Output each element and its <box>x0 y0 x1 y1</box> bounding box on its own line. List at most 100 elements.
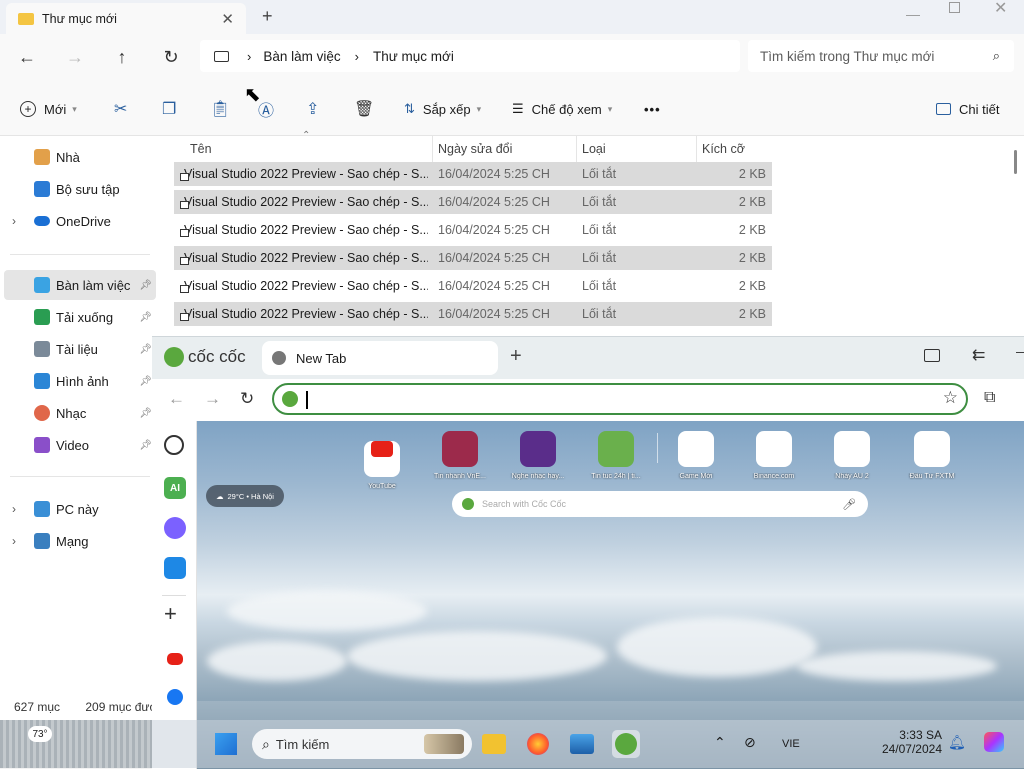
share-icon[interactable]: ⇪ <box>306 98 319 120</box>
view-button[interactable]: ☰ Chế độ xem ▾ <box>512 98 612 120</box>
history-icon[interactable] <box>164 435 184 455</box>
sidebar-item-network[interactable]: › Mạng <box>4 526 156 556</box>
close-tab-icon[interactable]: ✕ <box>221 10 234 28</box>
sidebar-item-onedrive[interactable]: › OneDrive <box>4 206 156 236</box>
tab-new-tab[interactable]: New Tab <box>262 341 498 375</box>
minimize-icon[interactable]: — <box>906 6 920 22</box>
back-icon[interactable]: ← <box>12 42 42 72</box>
no-network-icon[interactable]: ⊘ <box>744 734 756 751</box>
pin-icon[interactable]: 📌︎ <box>139 312 152 323</box>
tab-thu-muc-moi[interactable]: Thư mục mới ✕ <box>6 3 246 34</box>
chevron-right-icon[interactable]: › <box>12 534 16 548</box>
forward-icon[interactable]: → <box>204 389 221 409</box>
file-row[interactable]: Visual Studio 2022 Preview - Sao chép - … <box>174 246 772 270</box>
new-tab-icon[interactable]: + <box>262 6 273 27</box>
paste-icon[interactable]: 📋︎ <box>210 98 230 120</box>
sidebar-item-this-pc[interactable]: › PC này <box>4 494 156 524</box>
file-explorer-taskbar-icon[interactable] <box>480 730 508 758</box>
chevron-right-icon[interactable]: › <box>12 214 16 228</box>
column-header-size[interactable]: Kích cỡ <box>702 142 745 156</box>
sidebar-item-video[interactable]: Video 📌︎ <box>4 430 156 460</box>
search-icon[interactable]: ⌕ <box>993 48 1000 64</box>
copy-icon[interactable]: ❐ <box>162 98 176 120</box>
sidebar-item-home[interactable]: Nhà <box>4 142 156 172</box>
file-name: Visual Studio 2022 Preview - Sao chép - … <box>184 251 428 265</box>
file-row[interactable]: Visual Studio 2022 Preview - Sao chép - … <box>174 274 772 298</box>
speed-dial-tile-vnexpress[interactable]: Tin nhanh VnE... <box>425 431 495 480</box>
firefox-taskbar-icon[interactable] <box>524 730 552 758</box>
pin-icon[interactable]: 📌︎ <box>139 280 152 291</box>
speed-dial-tile-game-moi[interactable]: Game Mới <box>661 431 731 480</box>
sidebar-item-downloads[interactable]: Tải xuống 📌︎ <box>4 302 156 332</box>
language-indicator[interactable]: VIE <box>782 738 800 750</box>
sidebar-item-music[interactable]: Nhạc 📌︎ <box>4 398 156 428</box>
notification-bell-icon[interactable]: 🔔︎ <box>948 734 966 751</box>
pin-icon[interactable]: 📌︎ <box>139 344 152 355</box>
details-button[interactable]: Chi tiết <box>936 98 999 120</box>
back-arrow-icon[interactable]: ⇇ <box>972 345 985 365</box>
sidebar-item-pictures[interactable]: Hình ảnh 📌︎ <box>4 366 156 396</box>
chevron-right-icon[interactable]: › <box>12 502 16 516</box>
search-input[interactable]: Tìm kiếm trong Thư mục mới ⌕ <box>748 40 1014 72</box>
file-row[interactable]: Visual Studio 2022 Preview - Sao chép - … <box>174 218 772 242</box>
speed-dial-tile-tin-tuc-24h[interactable]: Tin tuc 24h | ti... <box>581 431 651 480</box>
sidebar-item-documents[interactable]: Tài liệu 📌︎ <box>4 334 156 364</box>
reload-icon[interactable]: ↻ <box>240 389 254 409</box>
chevron-down-icon: ▾ <box>476 103 482 114</box>
column-header-type[interactable]: Loại <box>582 142 606 156</box>
breadcrumb[interactable]: › Bàn làm việc › Thư mục mới <box>200 40 740 72</box>
copilot-icon[interactable] <box>984 732 1004 752</box>
screenshot-search-icon[interactable] <box>924 349 940 362</box>
file-row[interactable]: Visual Studio 2022 Preview - Sao chép - … <box>174 190 772 214</box>
sidebar-item-desktop[interactable]: Bàn làm việc 📌︎ <box>4 270 156 300</box>
more-options-icon[interactable]: ••• <box>644 98 661 120</box>
up-icon[interactable]: ↑ <box>107 42 137 72</box>
zalo-icon[interactable] <box>164 557 186 579</box>
facebook-icon[interactable] <box>167 689 183 705</box>
scrollbar[interactable] <box>1014 150 1017 174</box>
breadcrumb-desktop[interactable]: Bàn làm việc <box>263 49 340 64</box>
maximize-icon[interactable] <box>949 2 960 13</box>
add-icon[interactable]: + <box>164 601 177 627</box>
pin-icon[interactable]: 📌︎ <box>139 440 152 451</box>
new-button[interactable]: + Mới ▾ <box>20 98 77 120</box>
chevron-up-icon[interactable]: ⌃ <box>714 734 726 751</box>
column-header-name[interactable]: Tên <box>190 142 212 156</box>
sort-button[interactable]: ⇅ Sắp xếp ▾ <box>404 98 481 120</box>
speed-dial-tile-binance[interactable]: Binance.com <box>739 431 809 480</box>
file-row[interactable]: Visual Studio 2022 Preview - Sao chép - … <box>174 302 772 326</box>
address-input[interactable]: ☆ <box>272 383 968 415</box>
weather-widget[interactable]: ☁ 29°C • Hà Nội <box>206 485 284 507</box>
delete-icon[interactable]: 🗑︎ <box>354 98 374 120</box>
pin-icon[interactable]: 📌︎ <box>139 376 152 387</box>
youtube-icon[interactable] <box>167 653 183 665</box>
start-icon[interactable] <box>212 730 240 758</box>
taskbar-search[interactable]: ⌕ Tìm kiếm <box>252 729 472 759</box>
breadcrumb-current[interactable]: Thư mục mới <box>373 49 454 64</box>
speed-dial-tile-dau-tu-fxtm[interactable]: Đầu Tư FXTM <box>897 431 967 480</box>
file-row[interactable]: Visual Studio 2022 Preview - Sao chép - … <box>174 162 772 186</box>
bookmark-star-icon[interactable]: ☆ <box>943 388 958 408</box>
ai-assistant-icon[interactable]: AI <box>164 477 186 499</box>
taskbar-weather-badge[interactable]: 73° <box>28 726 52 742</box>
column-header-date[interactable]: Ngày sửa đổi <box>438 142 512 156</box>
speed-dial-tile-youtube[interactable]: YouTube <box>347 431 417 490</box>
coccoc-taskbar-icon[interactable] <box>612 730 640 758</box>
ntp-search-input[interactable]: Search with Cốc Cốc 🎤︎ <box>452 491 868 517</box>
minimize-icon[interactable]: — <box>1016 343 1024 359</box>
clock[interactable]: 3:33 SA 24/07/2024 <box>876 728 942 756</box>
forward-icon[interactable]: → <box>60 42 90 72</box>
pin-icon[interactable]: 📌︎ <box>139 408 152 419</box>
photos-taskbar-icon[interactable] <box>568 730 596 758</box>
close-window-icon[interactable]: ✕ <box>994 0 1007 18</box>
sidebar-item-gallery[interactable]: Bộ sưu tập <box>4 174 156 204</box>
back-icon[interactable]: ← <box>168 389 185 409</box>
messenger-icon[interactable] <box>164 517 186 539</box>
new-tab-icon[interactable]: + <box>510 345 522 368</box>
speed-dial-tile-nghe-nhac[interactable]: Nghe nhạc hay... <box>503 431 573 480</box>
extensions-icon[interactable]: ⧉ <box>984 389 995 407</box>
speed-dial-tile-nhay-au[interactable]: Nhảy AU 2 <box>817 431 887 480</box>
cut-icon[interactable]: ✂ <box>114 98 127 120</box>
microphone-icon[interactable]: 🎤︎ <box>842 498 856 511</box>
refresh-icon[interactable]: ↻ <box>156 42 186 72</box>
